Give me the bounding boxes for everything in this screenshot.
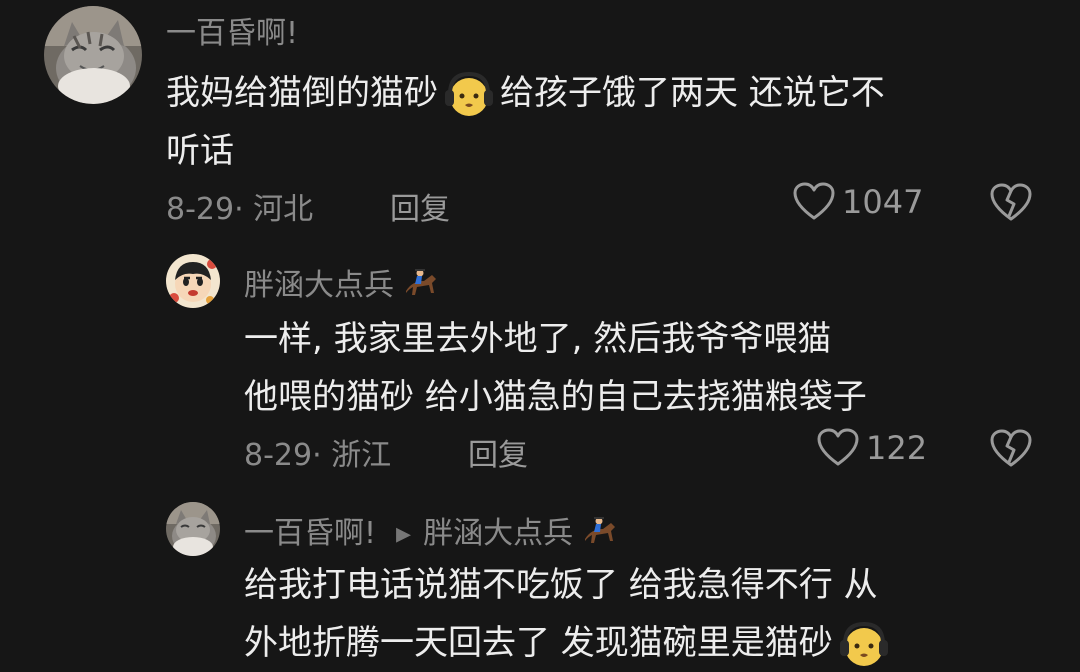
- heart-icon: [792, 182, 842, 222]
- comment-3: 一百昏啊! ▸ 胖涵大点兵 给我打电话说猫不吃饭了 给我急得不行 从 外地折腾一天回…: [0, 490, 1080, 672]
- like-count: 122: [866, 429, 928, 467]
- comment-body: 给我打电话说猫不吃饭了 给我急得不行 从 外地折腾一天回去了 发现猫碗里是猫砂: [244, 556, 895, 672]
- comment-username[interactable]: 胖涵大点兵: [244, 260, 442, 309]
- comment-line-2: 给孩子饿了两天 还说它不: [500, 73, 885, 113]
- comment-line-1: 给我打电话说猫不吃饭了 给我急得不行 从: [244, 565, 878, 605]
- comment-line-2: 他喂的猫砂 给小猫急的自己去挠猫粮袋子: [244, 377, 867, 417]
- comment-line-3: 听话: [166, 131, 234, 171]
- comment-2: 胖涵大点兵 一样, 我家里去外地了, 然后我爷爷喂猫 他喂的猫砂 给小猫急的自己…: [0, 240, 1080, 490]
- like-button[interactable]: 1047: [792, 182, 923, 222]
- comment-line-1: 我妈给猫倒的猫砂: [166, 73, 438, 113]
- date-location: 8-29· 河北: [166, 192, 314, 227]
- broken-heart-icon: [988, 428, 1034, 468]
- comment-username: 一百昏啊! ▸ 胖涵大点兵: [244, 508, 621, 557]
- avatar[interactable]: [166, 254, 220, 308]
- broken-heart-icon: [988, 182, 1034, 222]
- comment-body: 一样, 我家里去外地了, 然后我爷爷喂猫 他喂的猫砂 给小猫急的自己去挠猫粮袋子: [244, 310, 867, 426]
- play-arrow-icon: ▸: [396, 516, 412, 551]
- avatar[interactable]: [166, 502, 220, 556]
- earphone-face-emoji-icon: [442, 71, 496, 118]
- comment-line-1: 一样, 我家里去外地了, 然后我爷爷喂猫: [244, 319, 832, 359]
- heart-icon: [816, 428, 866, 468]
- comment-1: 一百昏啊! 我妈给猫倒的猫砂 给孩子饿了两天 还说它不 听话 8-29· 河北 …: [0, 0, 1080, 240]
- reply-button[interactable]: 回复: [390, 184, 450, 228]
- horse-rider-icon: [579, 513, 621, 557]
- date-location: 8-29· 浙江: [244, 438, 392, 473]
- avatar[interactable]: [44, 6, 142, 104]
- earphone-face-emoji-icon: [837, 621, 891, 668]
- reply-to-username[interactable]: 胖涵大点兵: [423, 516, 573, 551]
- dislike-button[interactable]: [988, 182, 1034, 222]
- comment-username[interactable]: 一百昏啊!: [166, 8, 298, 52]
- like-count: 1047: [842, 183, 924, 221]
- horse-rider-icon: [400, 265, 442, 309]
- comment-body: 我妈给猫倒的猫砂 给孩子饿了两天 还说它不 听话: [166, 64, 885, 180]
- username-text[interactable]: 一百昏啊!: [244, 516, 376, 551]
- dislike-button[interactable]: [988, 428, 1034, 468]
- reply-button[interactable]: 回复: [468, 430, 528, 474]
- username-text: 胖涵大点兵: [244, 268, 394, 303]
- comment-line-2: 外地折腾一天回去了 发现猫碗里是猫砂: [244, 623, 833, 663]
- like-button[interactable]: 122: [816, 428, 927, 468]
